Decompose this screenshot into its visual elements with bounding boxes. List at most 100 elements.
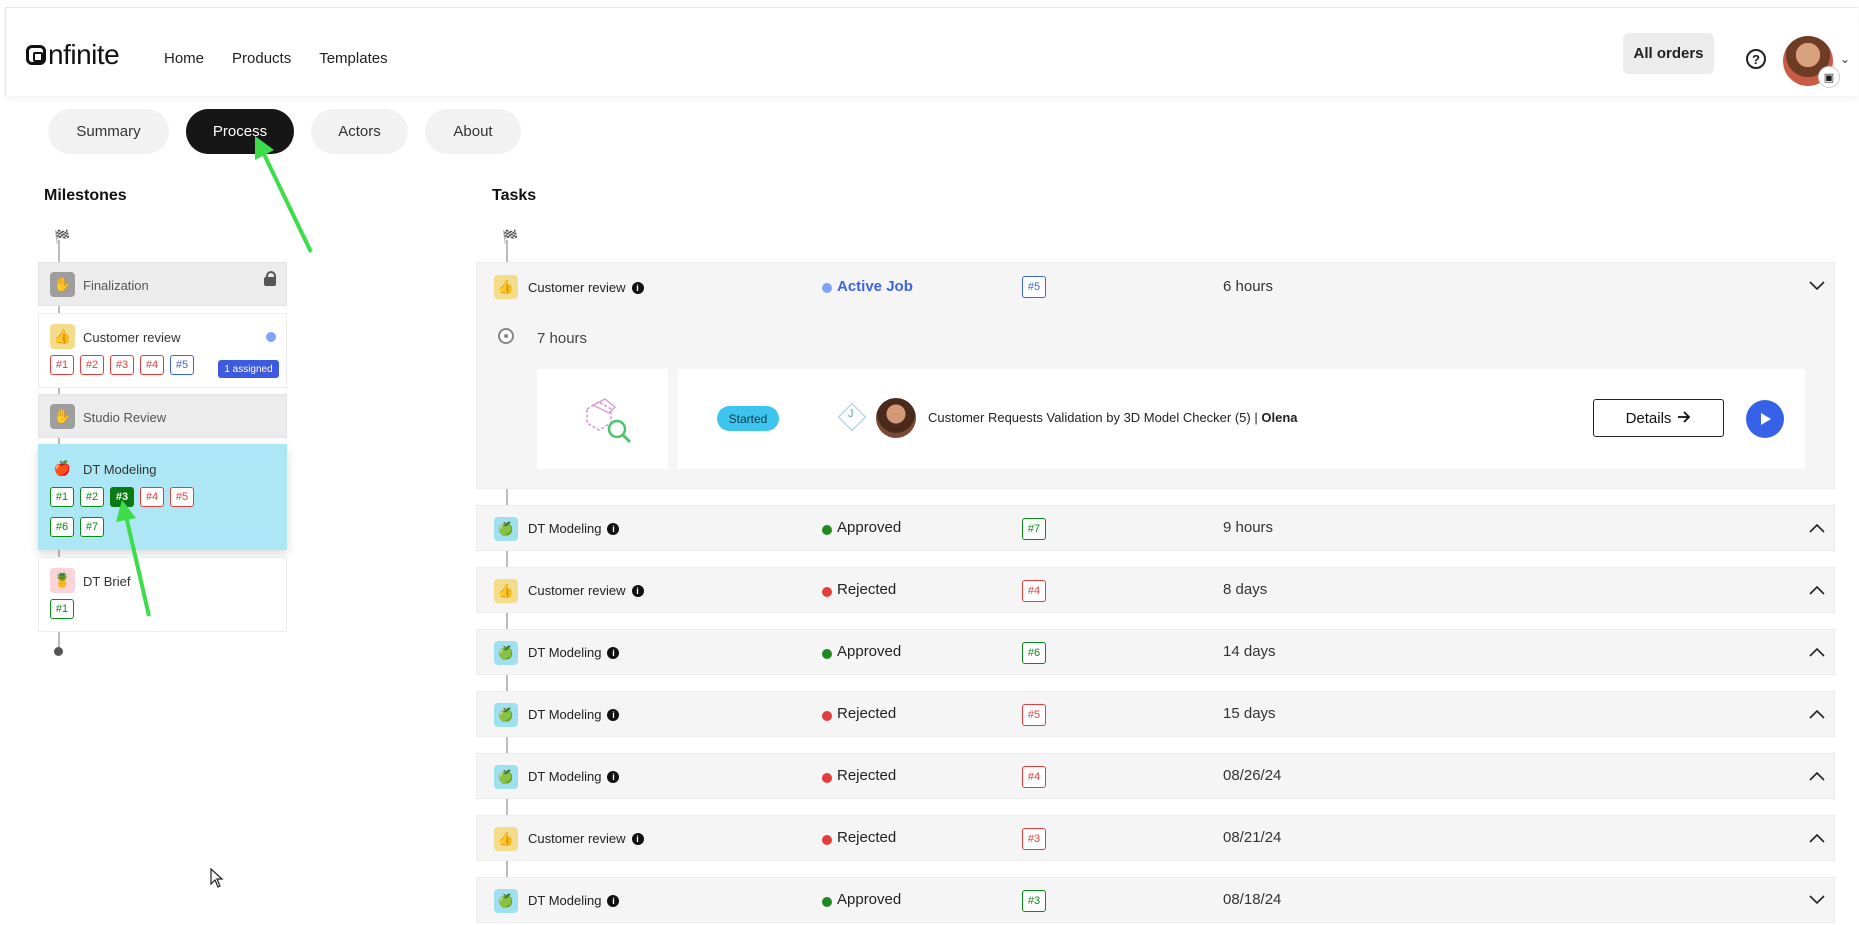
task-row[interactable]: 👍 Customer review i Rejected #4 8 days bbox=[476, 567, 1835, 613]
milestone-dt-modeling[interactable]: 🍎 DT Modeling #1 #2 #3 #4 #5 #6 #7 bbox=[38, 444, 287, 550]
chevron-down-icon[interactable] bbox=[1809, 893, 1825, 908]
task-row[interactable]: 👍 Customer review i Rejected #3 08/21/24 bbox=[476, 815, 1835, 861]
iteration-chip[interactable]: #4 bbox=[1022, 766, 1046, 788]
milestones-title: Milestones bbox=[44, 187, 127, 204]
milestone-label: Studio Review bbox=[83, 410, 167, 425]
pineapple-icon: 🍍 bbox=[50, 568, 75, 593]
logo-mark-icon bbox=[26, 45, 46, 65]
tab-about[interactable]: About bbox=[425, 109, 521, 154]
chevron-down-icon[interactable] bbox=[1809, 279, 1825, 294]
task-status: Rejected bbox=[837, 705, 897, 722]
info-icon[interactable]: i bbox=[607, 523, 620, 535]
tab-summary[interactable]: Summary bbox=[48, 109, 169, 154]
nfinite-logo[interactable]: nfinite bbox=[26, 39, 120, 70]
task-row[interactable]: 🍏 DT Modeling i Rejected #4 08/26/24 bbox=[476, 753, 1835, 799]
milestone-dt-brief[interactable]: 🍍 DT Brief #1 bbox=[38, 557, 287, 632]
task-name: DT Modeling i bbox=[528, 645, 620, 660]
all-orders-button[interactable]: All orders bbox=[1623, 33, 1714, 74]
apple-icon: 🍏 bbox=[494, 517, 518, 541]
actor-name: Olena bbox=[1261, 410, 1298, 425]
chevron-up-icon[interactable] bbox=[1809, 645, 1825, 660]
details-label: Details bbox=[1625, 409, 1672, 427]
apple-icon: 🍏 bbox=[494, 765, 518, 789]
iteration-chip[interactable]: #4 bbox=[140, 487, 164, 507]
task-row[interactable]: 🍏 DT Modeling i Approved #3 08/18/24 bbox=[476, 877, 1835, 923]
iteration-chip[interactable]: #5 bbox=[1022, 276, 1046, 298]
status-dot bbox=[822, 587, 832, 597]
info-icon[interactable]: i bbox=[631, 833, 644, 845]
page-tabs: Summary Process Actors About bbox=[48, 109, 521, 154]
task-row[interactable]: 🍏 DT Modeling i Rejected #5 15 days bbox=[476, 691, 1835, 737]
task-row-active[interactable]: 👍 Customer review i Active Job #5 6 hours bbox=[476, 262, 1835, 312]
task-row[interactable]: 🍏 DT Modeling i Approved #7 9 hours bbox=[476, 505, 1835, 551]
iteration-chip[interactable]: #1 bbox=[50, 599, 74, 619]
play-icon bbox=[1761, 413, 1771, 425]
hand-icon: ✋ bbox=[50, 404, 75, 429]
status-dot bbox=[822, 711, 832, 721]
status-dot bbox=[822, 835, 832, 845]
iteration-chip[interactable]: #4 bbox=[140, 355, 164, 375]
iteration-chip[interactable]: #1 bbox=[50, 355, 74, 375]
info-icon[interactable]: i bbox=[631, 282, 644, 294]
assigned-badge: 1 assigned bbox=[218, 360, 279, 378]
iteration-chip[interactable]: #5 bbox=[170, 487, 194, 507]
task-row[interactable]: 🍏 DT Modeling i Approved #6 14 days bbox=[476, 629, 1835, 675]
iteration-chip[interactable]: #7 bbox=[1022, 518, 1046, 540]
thumbs-up-icon: 👍 bbox=[494, 827, 518, 851]
milestone-customer-review[interactable]: 👍 Customer review #1 #2 #3 #4 #5 1 assig… bbox=[38, 313, 287, 388]
iteration-chip[interactable]: #2 bbox=[80, 487, 104, 507]
info-icon[interactable]: i bbox=[607, 709, 620, 721]
milestone-label: DT Modeling bbox=[83, 462, 157, 477]
status-dot bbox=[822, 283, 832, 293]
thumbs-up-icon: 👍 bbox=[494, 275, 518, 299]
chevron-down-icon[interactable]: ⌄ bbox=[1840, 52, 1850, 66]
nav-home[interactable]: Home bbox=[164, 50, 204, 67]
tab-process[interactable]: Process bbox=[186, 109, 294, 154]
task-status: Active Job bbox=[837, 278, 913, 295]
details-button[interactable]: Details bbox=[1593, 399, 1724, 437]
info-icon[interactable]: i bbox=[607, 771, 620, 783]
tasks-title: Tasks bbox=[492, 187, 537, 204]
task-duration: 08/21/24 bbox=[1223, 829, 1282, 846]
iteration-chip[interactable]: #5 bbox=[170, 355, 194, 375]
task-status: Approved bbox=[837, 891, 902, 908]
model-check-icon bbox=[586, 398, 632, 444]
task-duration: 6 hours bbox=[1223, 278, 1274, 295]
iteration-chip[interactable]: #4 bbox=[1022, 580, 1046, 602]
info-icon[interactable]: i bbox=[607, 895, 620, 907]
iteration-chip[interactable]: #7 bbox=[80, 517, 104, 537]
iteration-chip[interactable]: #3 bbox=[110, 355, 134, 375]
task-name: Customer review i bbox=[528, 280, 644, 295]
task-status: Approved bbox=[837, 519, 902, 536]
nav-templates[interactable]: Templates bbox=[319, 50, 387, 67]
finish-flag-icon: 🏁 bbox=[54, 229, 71, 244]
chevron-up-icon[interactable] bbox=[1809, 831, 1825, 846]
info-icon[interactable]: i bbox=[631, 585, 644, 597]
iteration-chip[interactable]: #5 bbox=[1022, 704, 1046, 726]
hand-icon: ✋ bbox=[50, 272, 75, 297]
play-button[interactable] bbox=[1746, 400, 1784, 438]
nav-products[interactable]: Products bbox=[232, 50, 291, 67]
task-duration: 8 days bbox=[1223, 581, 1268, 598]
iteration-chip[interactable]: #3 bbox=[1022, 828, 1046, 850]
help-icon[interactable]: ? bbox=[1746, 49, 1766, 69]
iteration-chip[interactable]: #1 bbox=[50, 487, 74, 507]
info-icon[interactable]: i bbox=[607, 647, 620, 659]
iteration-chip[interactable]: #2 bbox=[80, 355, 104, 375]
clock-icon bbox=[498, 328, 514, 344]
milestone-finalization[interactable]: ✋ Finalization bbox=[38, 262, 287, 306]
milestone-label: DT Brief bbox=[83, 574, 131, 589]
task-status: Rejected bbox=[837, 829, 897, 846]
iteration-chip[interactable]: #6 bbox=[50, 517, 74, 537]
iteration-chip[interactable]: #6 bbox=[1022, 642, 1046, 664]
milestone-studio-review[interactable]: ✋ Studio Review bbox=[38, 394, 287, 438]
chevron-up-icon[interactable] bbox=[1809, 521, 1825, 536]
iteration-chip[interactable]: #3 bbox=[1022, 890, 1046, 912]
chevron-up-icon[interactable] bbox=[1809, 583, 1825, 598]
tab-actors[interactable]: Actors bbox=[311, 109, 408, 154]
iteration-chip-selected[interactable]: #3 bbox=[110, 487, 134, 507]
chevron-up-icon[interactable] bbox=[1809, 707, 1825, 722]
main-nav: Home Products Templates bbox=[164, 50, 388, 67]
chevron-up-icon[interactable] bbox=[1809, 769, 1825, 784]
task-duration: 9 hours bbox=[1223, 519, 1274, 536]
